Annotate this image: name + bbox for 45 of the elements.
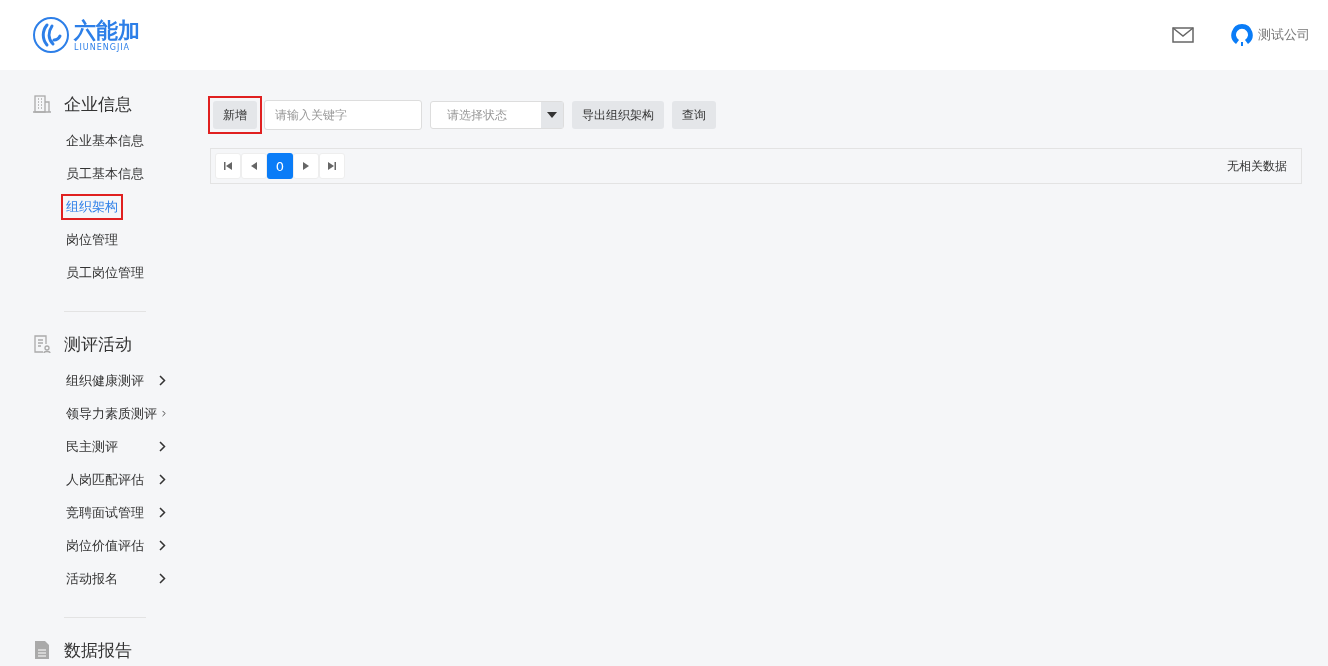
export-button[interactable]: 导出组织架构	[572, 101, 664, 129]
current-page-button[interactable]: 0	[267, 153, 293, 179]
sidebar-section-title[interactable]: 数据报告	[64, 638, 132, 662]
avatar-icon[interactable]	[1230, 23, 1254, 47]
chevron-right-icon[interactable]	[159, 441, 166, 452]
company-name[interactable]: 测试公司	[1258, 26, 1310, 44]
prev-page-icon	[251, 162, 257, 170]
first-page-icon	[224, 162, 232, 170]
last-page-icon	[328, 162, 336, 170]
sidebar-item[interactable]: 组织健康测评	[61, 367, 149, 394]
chevron-right-icon[interactable]	[159, 474, 166, 485]
mail-icon[interactable]	[1172, 27, 1194, 43]
chevron-right-icon[interactable]	[159, 540, 166, 551]
sidebar-item[interactable]: 企业基本信息	[61, 127, 149, 154]
sidebar-item[interactable]: 民主测评	[61, 433, 123, 460]
keyword-input[interactable]: 请输入关键字	[264, 100, 422, 130]
logo-icon	[32, 16, 70, 54]
sidebar-section-title[interactable]: 企业信息	[64, 92, 132, 116]
sidebar-item[interactable]: 人岗匹配评估	[61, 466, 149, 493]
form-icon	[32, 334, 52, 354]
sidebar-item[interactable]: 员工基本信息	[61, 160, 149, 187]
logo-name: 六能加	[74, 18, 140, 43]
dropdown-arrow-icon	[547, 112, 557, 118]
sidebar-item[interactable]: 员工岗位管理	[61, 259, 149, 286]
sidebar-section-title[interactable]: 测评活动	[64, 332, 132, 356]
add-button[interactable]: 新增	[213, 101, 257, 129]
logo-subtitle: LIUNENGJIA	[74, 42, 132, 52]
building-icon	[32, 94, 52, 114]
chevron-right-icon[interactable]	[159, 375, 166, 386]
sidebar-item[interactable]: 领导力素质测评	[61, 400, 162, 427]
next-page-button[interactable]	[293, 153, 319, 179]
first-page-button[interactable]	[215, 153, 241, 179]
sidebar-item[interactable]: 岗位价值评估	[61, 532, 149, 559]
prev-page-button[interactable]	[241, 153, 267, 179]
chevron-right-icon[interactable]	[159, 507, 166, 518]
sidebar-item[interactable]: 岗位管理	[61, 226, 123, 253]
next-page-icon	[303, 162, 309, 170]
query-button[interactable]: 查询	[672, 101, 716, 129]
empty-message: 无相关数据	[1227, 157, 1287, 175]
sidebar-item[interactable]: 竞聘面试管理	[61, 499, 149, 526]
last-page-button[interactable]	[319, 153, 345, 179]
sidebar-item[interactable]: 组织架构	[61, 193, 123, 220]
chevron-right-icon[interactable]	[159, 573, 166, 584]
document-icon	[32, 640, 52, 660]
sidebar-item[interactable]: 活动报名	[61, 565, 123, 592]
